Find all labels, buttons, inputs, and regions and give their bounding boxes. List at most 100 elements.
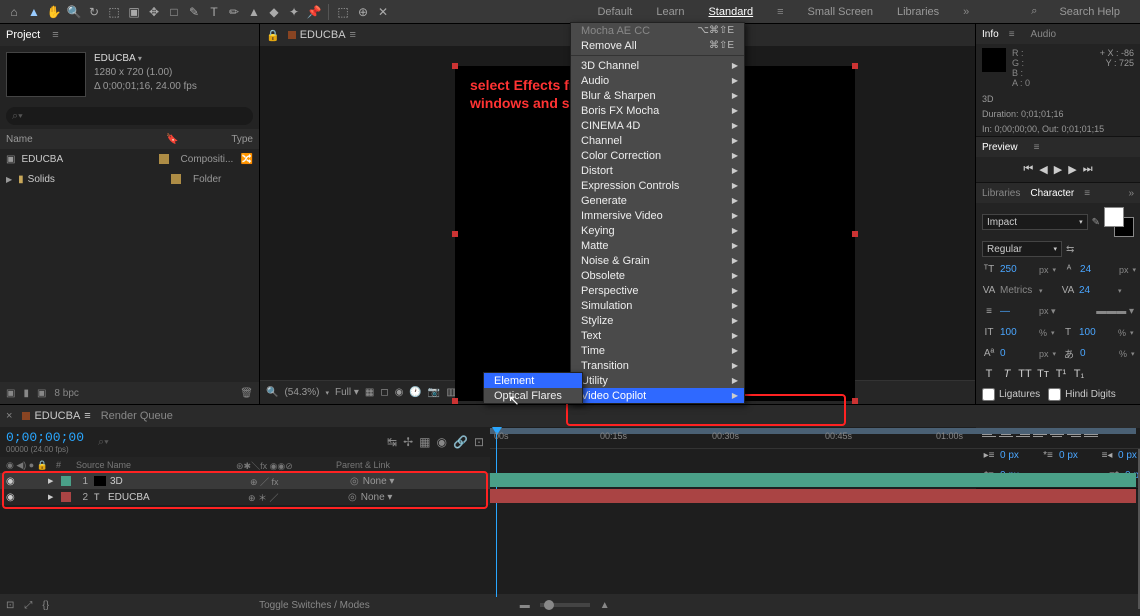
resize-handle[interactable] [852,63,858,69]
menu-item[interactable]: Generate [571,193,744,208]
font-size[interactable]: ᵀT250px▾ [982,261,1056,278]
menu-item[interactable]: Keying [571,223,744,238]
tl-foot-icon[interactable]: ⊡ [6,600,14,611]
swap-icon[interactable]: ⇆ [1066,244,1074,255]
selection-tool-icon[interactable]: ▲ [24,2,44,22]
comp-thumbnail[interactable] [6,52,86,97]
menu-item[interactable]: Matte [571,238,744,253]
submenu-item-optical[interactable]: Optical Flares [484,388,582,403]
pan-behind-icon[interactable]: ✥ [144,2,164,22]
kerning[interactable]: VAMetrics▾ [982,282,1055,299]
flowchart-icon[interactable]: 🔀 [241,154,253,165]
bpc-label[interactable]: 8 bpc [54,388,78,399]
toggle-switches[interactable]: Toggle Switches / Modes [259,600,370,611]
workspace-small[interactable]: Small Screen [800,3,881,21]
grid-icon[interactable]: ▦ [365,387,374,398]
expand-icon[interactable]: ▶ [48,477,58,485]
label-swatch[interactable] [61,492,71,502]
layer-name[interactable]: 3D [110,476,250,487]
resize-handle[interactable] [852,398,858,404]
overflow-icon[interactable]: » [1128,188,1134,199]
snap2-icon[interactable]: ⊕ [353,2,373,22]
menu-item[interactable]: Channel [571,133,744,148]
menu-item[interactable]: 3D Channel [571,58,744,73]
tl-foot-icon[interactable]: {} [42,600,49,611]
layer-row[interactable]: ◉ ▶ 2 T EDUCBA ⊕ ＊ ／ ◎ None ▾ [0,489,490,505]
zoom-out-icon[interactable]: ▬ [520,600,530,611]
zoom-icon[interactable]: 🔍 [266,387,278,398]
menu-item[interactable]: Blur & Sharpen [571,88,744,103]
time-ruler[interactable]: 00s 00:15s 00:30s 00:45s 01:00s [490,427,1140,449]
workspace-learn[interactable]: Learn [648,3,692,21]
puppet-tool-icon[interactable]: 📌 [304,2,324,22]
visibility-icon[interactable]: ◉ [6,476,20,487]
submenu-item-element[interactable]: Element [484,373,582,388]
menu-item[interactable]: Mocha AE CC⌥⌘⇧E [571,23,744,38]
fill-stroke-swatch[interactable] [1104,207,1134,237]
zoom-dropdown[interactable]: (54.3%) [284,387,319,398]
close-tab-icon[interactable]: × [6,410,12,422]
menu-item[interactable]: Simulation [571,298,744,313]
project-item-folder[interactable]: ▶ ▮ Solids Folder [0,169,259,189]
expand-icon[interactable]: ▶ [48,493,58,501]
visibility-icon[interactable]: ◉ [6,492,20,503]
hscale[interactable]: T100%▾ [1061,324,1134,341]
comp-tab[interactable]: EDUCBA ≡ [288,29,356,41]
parent-pick-icon[interactable]: ◎ [350,476,359,487]
smallcaps-button[interactable]: Tᴛ [1036,368,1050,380]
italic-button[interactable]: T [1000,368,1014,380]
col-name[interactable]: Name [6,134,166,145]
orbit-tool-icon[interactable]: ↻ [84,2,104,22]
play-icon[interactable]: ▶ [1054,163,1062,176]
help-search[interactable]: ⌕ Search Help [1015,0,1136,24]
project-search[interactable]: ⌕▾ [6,107,253,125]
layer-switches[interactable]: ⊕ ／ fx [250,475,350,488]
label-swatch[interactable] [61,476,71,486]
snap3-icon[interactable]: ✕ [373,2,393,22]
font-family-dropdown[interactable]: Impact▾ [982,214,1088,230]
menu-item[interactable]: Stylize [571,313,744,328]
work-area-bar[interactable] [490,428,1136,434]
superscript-button[interactable]: T¹ [1054,368,1068,380]
snapshot-icon[interactable]: 📷 [428,387,440,398]
menu-item-video-copilot[interactable]: Video Copilot [571,388,744,403]
font-style-dropdown[interactable]: Regular▾ [982,241,1062,257]
layer-search[interactable]: ⌕▾ [98,436,122,449]
res-dropdown[interactable]: Full ▾ [335,387,359,398]
preview-tab[interactable]: Preview [982,142,1018,153]
render-queue-tab[interactable]: Render Queue [101,410,173,422]
zoom-in-icon[interactable]: ▲ [600,600,610,611]
layer-bar[interactable] [490,473,1136,487]
allcaps-button[interactable]: TT [1018,368,1032,380]
new-folder-icon[interactable]: ▮ [23,388,29,399]
resize-handle[interactable] [452,231,458,237]
leading[interactable]: ᴬ24px▾ [1062,261,1136,278]
tl-icon[interactable]: ↹ [387,435,397,449]
col-parent[interactable]: Parent & Link [336,460,416,470]
label-swatch[interactable] [171,174,181,184]
time-icon[interactable]: 🕐 [409,387,421,398]
brush-tool-icon[interactable]: ✏ [224,2,244,22]
layer-row[interactable]: ◉ ▶ 1 3D ⊕ ／ fx ◎ None ▾ [0,473,490,489]
rotate-tool-icon[interactable]: ⬚ [104,2,124,22]
workspace-menu-icon[interactable]: ≡ [769,3,791,21]
workspace-standard[interactable]: Standard [700,3,761,21]
subscript-button[interactable]: T₁ [1072,368,1086,380]
new-comp-icon[interactable]: ▣ [37,388,46,399]
home-icon[interactable]: ⌂ [4,2,24,22]
tl-icon[interactable]: 🔗 [453,435,468,449]
next-frame-icon[interactable]: ▶ [1068,163,1076,176]
shape-tool-icon[interactable]: □ [164,2,184,22]
tl-icon[interactable]: ▦ [419,435,430,449]
project-item-comp[interactable]: ▣ EDUCBA Compositi... 🔀 [0,149,259,169]
menu-item[interactable]: Transition [571,358,744,373]
menu-item[interactable]: Utility [571,373,744,388]
stroke-width[interactable]: ≡—px ▾▬▬▬ ▾ [982,303,1134,320]
parent-dropdown[interactable]: None ▾ [363,476,395,487]
character-tab[interactable]: Character [1030,188,1074,199]
tl-icon[interactable]: ✢ [403,435,413,449]
playhead[interactable] [496,427,497,597]
menu-item[interactable]: Obsolete [571,268,744,283]
menu-item[interactable]: Boris FX Mocha [571,103,744,118]
lock-icon[interactable]: 🔒 [266,29,280,42]
